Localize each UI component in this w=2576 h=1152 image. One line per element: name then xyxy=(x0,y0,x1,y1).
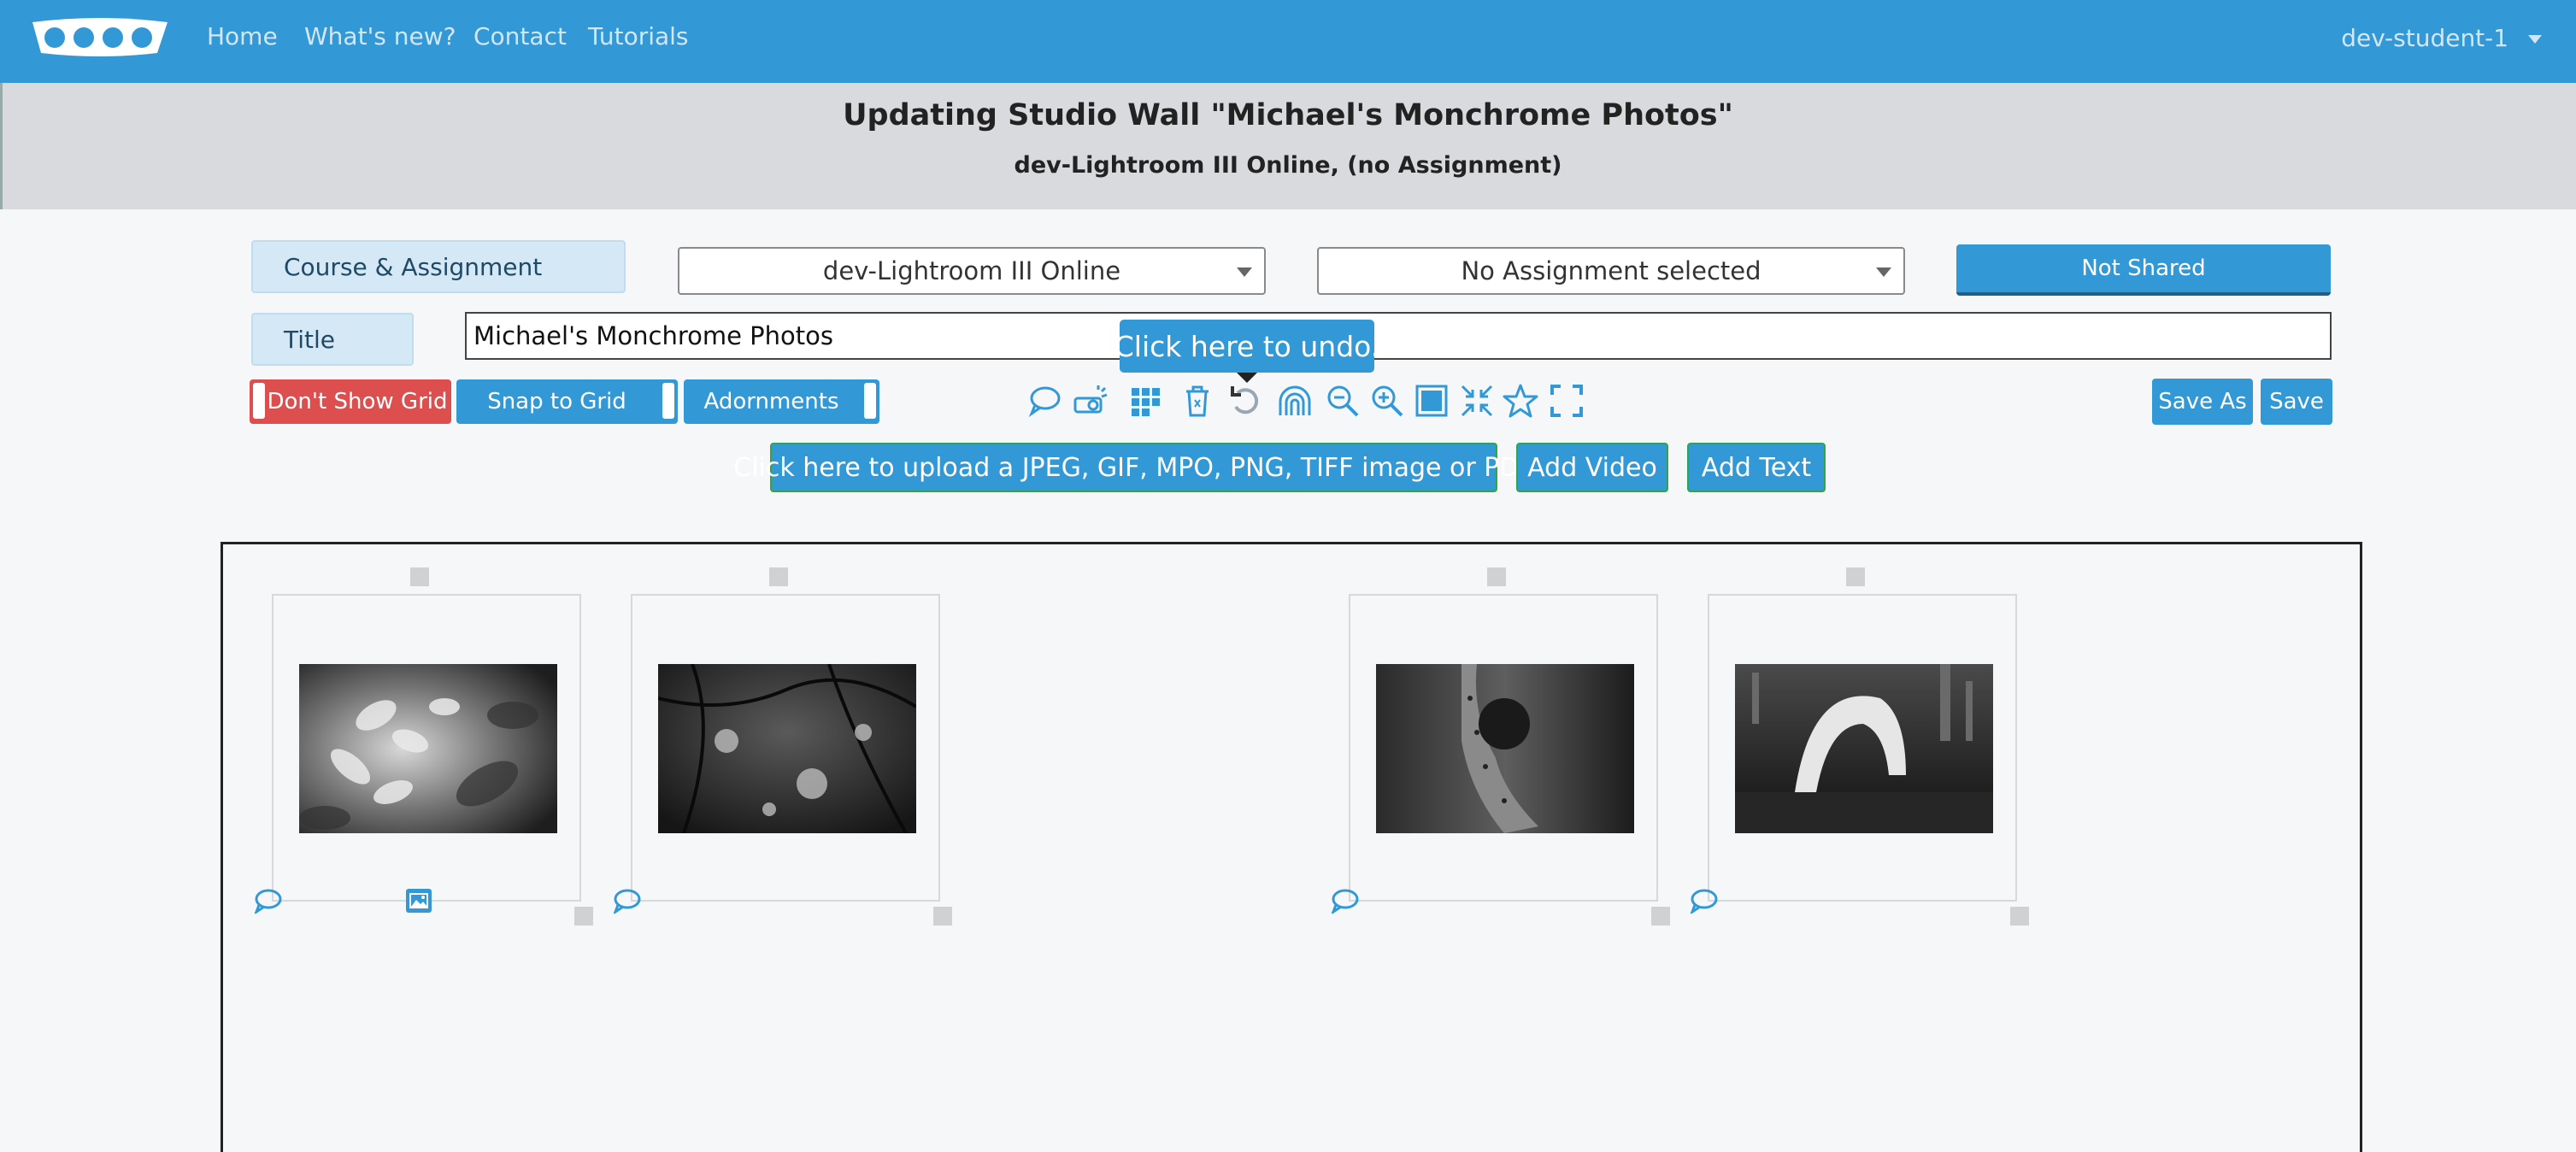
adornments-toggle[interactable]: Adornments xyxy=(684,379,879,424)
comment-icon[interactable] xyxy=(253,888,282,915)
photo-fountain-image xyxy=(1735,664,1993,833)
image-icon[interactable] xyxy=(406,889,432,913)
trash-icon[interactable] xyxy=(1179,383,1215,419)
projector-icon[interactable] xyxy=(1073,383,1109,419)
snap-to-grid-label: Snap to Grid xyxy=(487,389,626,414)
undo-icon[interactable] xyxy=(1227,383,1263,419)
add-video-button[interactable]: Add Video xyxy=(1516,443,1668,492)
page-title: Updating Studio Wall "Michael's Monchrom… xyxy=(843,98,1733,132)
comment-icon[interactable] xyxy=(1689,888,1718,915)
chevron-down-icon xyxy=(2528,35,2542,44)
photo-branches-image xyxy=(658,664,916,833)
photo-flowers-image xyxy=(299,664,557,833)
user-name: dev-student-1 xyxy=(2341,24,2509,52)
assignment-select[interactable]: No Assignment selected xyxy=(1317,247,1905,295)
undo-tooltip: Click here to undo. xyxy=(1115,320,1379,373)
top-handle[interactable] xyxy=(1487,567,1506,586)
adornments-label: Adornments xyxy=(703,389,839,414)
show-grid-label: Don't Show Grid xyxy=(267,389,448,414)
share-button[interactable]: Not Shared xyxy=(1956,244,2331,296)
assignment-select-value: No Assignment selected xyxy=(1461,256,1761,285)
comment-icon[interactable] xyxy=(612,888,641,915)
photo-fountain[interactable] xyxy=(1735,664,1993,833)
course-select-value: dev-Lightroom III Online xyxy=(822,256,1121,285)
resize-handle[interactable] xyxy=(574,907,593,926)
star-icon[interactable] xyxy=(1503,383,1538,419)
nav-tutorials-link[interactable]: Tutorials xyxy=(588,22,689,50)
caret-down-icon xyxy=(1237,267,1252,277)
toggle-knob xyxy=(864,383,876,419)
save-button[interactable]: Save xyxy=(2261,379,2332,425)
title-label: Title xyxy=(251,313,414,366)
resize-handle[interactable] xyxy=(2010,907,2029,926)
course-select[interactable]: dev-Lightroom III Online xyxy=(678,247,1266,295)
caret-down-icon xyxy=(1876,267,1891,277)
user-menu[interactable]: dev-student-1 xyxy=(2341,24,2542,52)
zoom-out-icon[interactable] xyxy=(1325,383,1361,419)
show-grid-toggle[interactable]: Don't Show Grid xyxy=(250,379,451,424)
toggle-knob xyxy=(253,383,265,419)
photo-flowers[interactable] xyxy=(299,664,557,833)
top-handle[interactable] xyxy=(769,567,788,586)
nav-contact-link[interactable]: Contact xyxy=(473,22,567,50)
title-input[interactable]: Michael's Monchrome Photos xyxy=(465,312,2332,360)
snap-to-grid-toggle[interactable]: Snap to Grid xyxy=(456,379,678,424)
page-subtitle: dev-Lightroom III Online, (no Assignment… xyxy=(1014,152,1562,179)
top-handle[interactable] xyxy=(1846,567,1865,586)
comment-icon[interactable] xyxy=(1026,383,1062,419)
zoom-in-icon[interactable] xyxy=(1369,383,1405,419)
photo-lizard[interactable] xyxy=(1376,664,1634,833)
top-handle[interactable] xyxy=(410,567,429,586)
nav-home-link[interactable]: Home xyxy=(207,22,278,50)
nav-whats-new-link[interactable]: What's new? xyxy=(304,22,456,50)
comment-icon[interactable] xyxy=(1330,888,1359,915)
shrink-icon[interactable] xyxy=(1459,383,1495,419)
course-assignment-label: Course & Assignment xyxy=(251,240,626,293)
resize-handle[interactable] xyxy=(933,907,952,926)
upload-image-button[interactable]: Click here to upload a JPEG, GIF, MPO, P… xyxy=(733,443,1534,492)
photo-lizard-image xyxy=(1376,664,1634,833)
add-text-button[interactable]: Add Text xyxy=(1687,443,1826,492)
arch-icon[interactable] xyxy=(1277,383,1313,419)
fullscreen-icon[interactable] xyxy=(1549,383,1585,419)
tooltip-arrow xyxy=(1237,373,1257,383)
logo[interactable] xyxy=(29,15,171,58)
photo-branches[interactable] xyxy=(658,664,916,833)
square-icon[interactable] xyxy=(1414,383,1450,419)
toggle-knob xyxy=(662,383,674,419)
grid-icon[interactable] xyxy=(1128,383,1164,419)
resize-handle[interactable] xyxy=(1651,907,1670,926)
save-as-button[interactable]: Save As xyxy=(2152,379,2253,425)
